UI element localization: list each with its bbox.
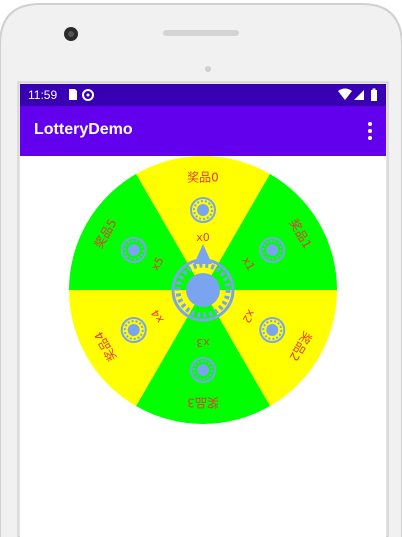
status-bar: 11:59 xyxy=(20,84,386,106)
app-bar: LotteryDemo xyxy=(20,106,386,156)
content-area: 奖品0 x0 奖品1 x1 奖品2 x2 奖品3 x3 奖品4 x4 奖品5 x5 xyxy=(20,156,386,537)
multiplier-label-0: x0 xyxy=(196,231,210,244)
sim-card-icon xyxy=(69,89,77,100)
wifi-icon xyxy=(338,88,352,100)
prize-label-0: 奖品0 xyxy=(187,171,219,185)
battery-icon xyxy=(371,88,377,101)
speaker-grille xyxy=(163,30,239,36)
signal-icon xyxy=(354,90,364,100)
more-vert-icon[interactable] xyxy=(362,119,378,143)
app-title: LotteryDemo xyxy=(34,121,133,138)
prize-label-3: 奖品3 xyxy=(187,396,219,410)
multiplier-label-3: x3 xyxy=(196,336,210,349)
sync-icon xyxy=(82,89,94,101)
lottery-wheel[interactable]: 奖品0x0 奖品1x1奖品2x2奖品3x3奖品4x4奖品5x5 xyxy=(20,156,386,537)
